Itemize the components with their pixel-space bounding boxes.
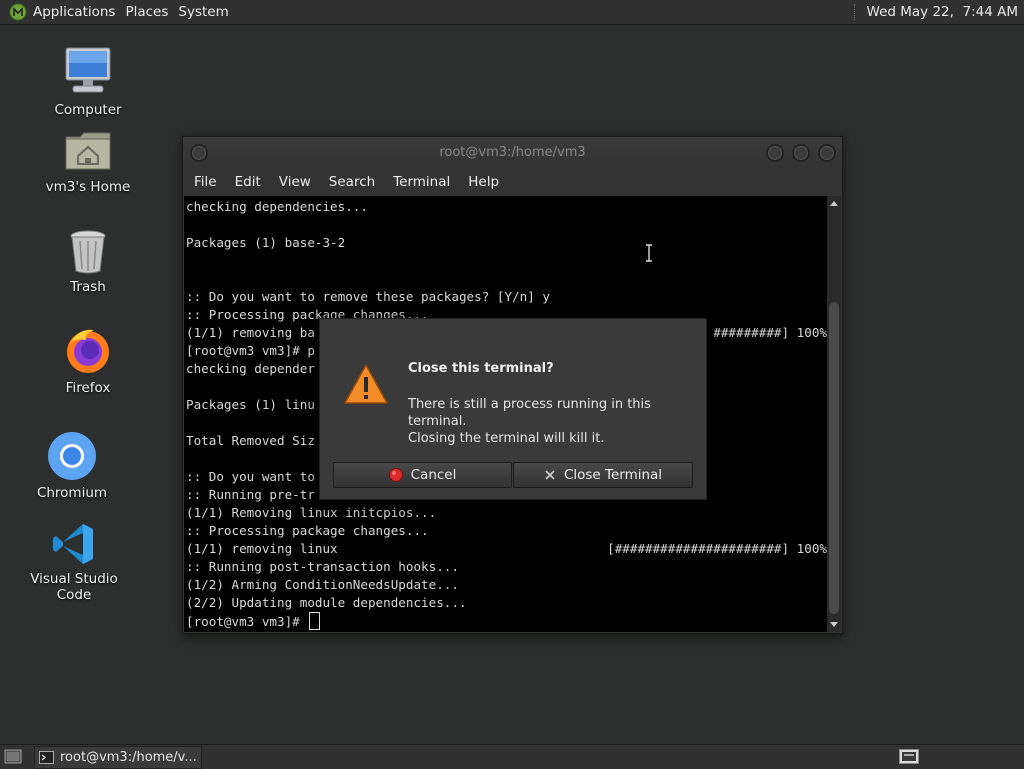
terminal-line: Packages (1) linu bbox=[186, 397, 315, 412]
desktop-icon-vscode[interactable]: Visual Studio Code bbox=[14, 521, 134, 603]
terminal-line: [root@vm3 vm3]# p bbox=[186, 343, 315, 358]
vscode-icon bbox=[53, 524, 93, 564]
applications-menu[interactable]: Applications bbox=[33, 4, 123, 20]
cancel-button[interactable]: Cancel bbox=[333, 462, 512, 488]
clock[interactable]: Wed May 22, 7:44 AM bbox=[867, 4, 1018, 20]
window-menu-button[interactable] bbox=[190, 144, 208, 162]
scroll-up-arrow-icon[interactable] bbox=[830, 201, 838, 206]
desktop-icon-computer[interactable]: Computer bbox=[28, 46, 148, 118]
terminal-line: Packages (1) base-3-2 bbox=[186, 235, 346, 250]
close-x-icon bbox=[545, 470, 555, 480]
desktop-icon-label: vm3's Home bbox=[45, 179, 131, 195]
close-terminal-button[interactable]: Close Terminal bbox=[513, 462, 693, 488]
close-terminal-dialog[interactable]: Close this terminal? There is still a pr… bbox=[319, 318, 707, 500]
menu-terminal[interactable]: Terminal bbox=[393, 174, 450, 190]
terminal-line: Total Removed Siz bbox=[186, 433, 315, 448]
show-desktop-icon[interactable] bbox=[4, 749, 22, 764]
terminal-line: :: Do you want to bbox=[186, 469, 315, 484]
terminal-line: :: Processing package changes... bbox=[186, 523, 429, 538]
cancel-button-label: Cancel bbox=[410, 467, 457, 483]
cancel-icon bbox=[388, 468, 403, 482]
scroll-down-arrow-icon[interactable] bbox=[830, 622, 838, 627]
computer-icon bbox=[65, 47, 111, 93]
taskbar-item-label: root@vm3:/home/v... bbox=[60, 750, 197, 765]
terminal-line: (1/2) Arming ConditionNeedsUpdate... bbox=[186, 577, 459, 592]
dialog-title: Close this terminal? bbox=[408, 361, 554, 376]
desktop-icon-label: Visual Studio Code bbox=[30, 571, 118, 603]
terminal-line: :: Do you want to remove these packages?… bbox=[186, 289, 550, 304]
chromium-icon bbox=[48, 432, 96, 480]
close-terminal-button-label: Close Terminal bbox=[563, 467, 663, 483]
trash-icon bbox=[70, 230, 106, 274]
home-folder-icon bbox=[65, 132, 111, 170]
prompt-text: [root@vm3 vm3]# bbox=[186, 614, 308, 629]
progress-text: #########] 100% bbox=[713, 325, 827, 340]
dialog-message-line: Closing the terminal will kill it. bbox=[408, 431, 605, 446]
scrollbar-thumb[interactable] bbox=[829, 302, 839, 614]
terminal-line: checking dependencies... bbox=[186, 199, 368, 214]
desktop-icon-firefox[interactable]: Firefox bbox=[28, 326, 148, 396]
desktop-icon-label: Trash bbox=[70, 279, 106, 295]
ibeam-cursor-icon bbox=[646, 244, 652, 262]
menu-edit[interactable]: Edit bbox=[235, 174, 261, 190]
progress-text: [######################] 100% bbox=[607, 541, 827, 556]
menu-search[interactable]: Search bbox=[329, 174, 375, 190]
maximize-button[interactable] bbox=[792, 144, 810, 162]
menu-file[interactable]: File bbox=[194, 174, 217, 190]
top-panel: Applications Places System Wed May 22, 7… bbox=[0, 0, 1024, 25]
system-menu[interactable]: System bbox=[178, 4, 236, 20]
terminal-icon bbox=[39, 751, 54, 764]
desktop-icon-label: Firefox bbox=[65, 380, 111, 396]
firefox-icon bbox=[67, 329, 109, 373]
terminal-scrollbar[interactable] bbox=[827, 196, 841, 632]
terminal-line: :: Running pre-tr bbox=[186, 487, 315, 502]
desktop-icon-trash[interactable]: Trash bbox=[28, 229, 148, 295]
terminal-line: (2/2) Updating module dependencies... bbox=[186, 595, 467, 610]
close-button[interactable] bbox=[818, 144, 836, 162]
mate-logo-icon[interactable] bbox=[9, 3, 27, 21]
bottom-panel: root@vm3:/home/v... bbox=[0, 744, 1024, 769]
terminal-line: :: Running post-transaction hooks... bbox=[186, 559, 459, 574]
minimize-button[interactable] bbox=[766, 144, 784, 162]
panel-separator bbox=[853, 4, 857, 20]
terminal-line: checking depender bbox=[186, 361, 315, 376]
terminal-titlebar[interactable]: root@vm3:/home/vm3 bbox=[183, 137, 842, 167]
terminal-prompt: [root@vm3 vm3]# bbox=[186, 612, 321, 630]
desktop-icon-label: Chromium bbox=[36, 485, 108, 501]
taskbar-terminal-item[interactable]: root@vm3:/home/v... bbox=[34, 746, 202, 769]
warning-icon bbox=[344, 364, 388, 404]
text-cursor bbox=[309, 612, 321, 630]
places-menu[interactable]: Places bbox=[125, 4, 176, 20]
menu-help[interactable]: Help bbox=[468, 174, 499, 190]
window-title: root@vm3:/home/vm3 bbox=[439, 144, 586, 160]
desktop-icon-home[interactable]: vm3's Home bbox=[28, 129, 148, 195]
terminal-line: (1/1) removing ba bbox=[186, 325, 315, 340]
desktop-icon-label: Computer bbox=[54, 102, 122, 118]
terminal-line: (1/1) Removing linux initcpios... bbox=[186, 505, 437, 520]
desktop-icon-chromium[interactable]: Chromium bbox=[12, 431, 132, 501]
terminal-line: (1/1) removing linux bbox=[186, 541, 338, 556]
dialog-message-line: There is still a process running in this… bbox=[408, 397, 651, 429]
terminal-menubar: File Edit View Search Terminal Help bbox=[183, 168, 842, 196]
menu-view[interactable]: View bbox=[279, 174, 311, 190]
dialog-message: There is still a process running in this… bbox=[408, 396, 698, 447]
workspace-switcher-icon[interactable] bbox=[899, 749, 919, 764]
